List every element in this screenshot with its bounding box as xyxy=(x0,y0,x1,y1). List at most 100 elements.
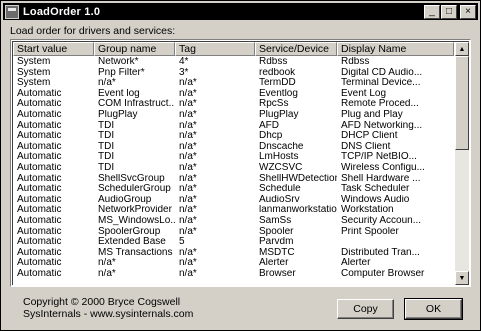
cell-group-name: n/a* xyxy=(98,268,116,279)
cell-group-name: TDI xyxy=(98,152,115,163)
table-row[interactable]: Automatic Event log n/a* Eventlog Event Log xyxy=(13,89,454,100)
cell-display-name: Rdbss xyxy=(341,57,370,67)
cell-service-device: TermDD xyxy=(259,78,296,89)
table-row[interactable]: Automatic AudioGroup n/a* AudioSrv Windows A… xyxy=(13,195,454,206)
cell-start-value: Automatic xyxy=(17,131,62,142)
ok-button[interactable]: OK xyxy=(404,298,463,320)
cell-start-value: Automatic xyxy=(17,120,62,131)
table-row[interactable]: Automatic PlugPlay n/a* PlugPlay Plug and Pl… xyxy=(13,110,454,121)
table-row[interactable]: Automatic TDI n/a* Dnscache DNS Client xyxy=(13,142,454,153)
cell-start-value: Automatic xyxy=(17,99,62,110)
cell-service-device: Dhcp xyxy=(259,131,283,142)
table-row[interactable]: Automatic TDI n/a* Dhcp DHCP Client xyxy=(13,131,454,142)
cell-group-name: ShellSvcGroup xyxy=(98,173,165,184)
cell-tag: n/a* xyxy=(179,141,197,152)
cell-start-value: Automatic xyxy=(17,141,62,152)
column-header-group-name[interactable]: Group name xyxy=(94,42,175,56)
table-row[interactable]: Automatic SpoolerGroup n/a* Spooler Print Sp… xyxy=(13,227,454,238)
table-row[interactable]: Automatic TDI n/a* LmHosts TCP/IP NetBIO... xyxy=(13,152,454,163)
column-header-tag[interactable]: Tag xyxy=(175,42,255,56)
cell-display-name: Alerter xyxy=(341,258,371,269)
cell-start-value: Automatic xyxy=(17,162,62,173)
cell-display-name: DHCP Client xyxy=(341,131,398,142)
scroll-down-button[interactable]: ▼ xyxy=(455,271,469,285)
column-header-service-device[interactable]: Service/Device xyxy=(255,42,337,56)
cell-display-name: Terminal Device... xyxy=(341,78,421,89)
cell-group-name: Event log xyxy=(98,88,140,99)
cell-start-value: Automatic xyxy=(17,173,62,184)
cell-display-name xyxy=(337,237,454,248)
cell-tag: n/a* xyxy=(179,226,197,237)
cell-group-name: TDI xyxy=(98,131,115,142)
cell-start-value: Automatic xyxy=(17,247,62,258)
cell-tag: n/a* xyxy=(179,109,197,120)
cell-tag: n/a* xyxy=(179,162,197,173)
cell-group-name: PlugPlay xyxy=(98,109,138,120)
table-row[interactable]: Automatic COM Infrastruct... n/a* RpcSs Remo… xyxy=(13,99,454,110)
scroll-up-button[interactable]: ▲ xyxy=(455,42,469,56)
cell-display-name: Print Spooler xyxy=(341,226,399,237)
cell-display-name: Distributed Tran... xyxy=(341,247,420,258)
vertical-scrollbar[interactable]: ▲ ▼ xyxy=(455,42,469,285)
close-button[interactable]: × xyxy=(460,4,476,19)
cell-tag: n/a* xyxy=(179,152,197,163)
cell-start-value: System xyxy=(17,78,51,89)
copyright-line-2: SysInternals - www.sysinternals.com xyxy=(23,308,194,320)
cell-service-device: Parvdm xyxy=(259,237,294,248)
table-row[interactable]: Automatic SchedulerGroup n/a* Schedule Task … xyxy=(13,184,454,195)
scroll-thumb[interactable] xyxy=(455,56,469,150)
cell-service-device: LmHosts xyxy=(259,152,299,163)
table-row[interactable]: System Network* 4* Rdbss Rdbss xyxy=(13,57,454,68)
table-row[interactable]: Automatic n/a* n/a* Browser Computer Browser xyxy=(13,269,454,280)
cell-group-name: TDI xyxy=(98,120,115,131)
cell-group-name: COM Infrastruct... xyxy=(98,99,175,110)
copyright-text: Copyright © 2000 Bryce Cogswell SysInter… xyxy=(23,296,193,320)
cell-start-value: Automatic xyxy=(17,268,62,279)
column-header-start-value[interactable]: Start value xyxy=(13,42,94,56)
cell-tag: n/a* xyxy=(179,120,197,131)
maximize-button[interactable]: □ xyxy=(441,4,457,19)
table-row[interactable]: Automatic MS_WindowsLo... n/a* SamSs Securit… xyxy=(13,216,454,227)
cell-service-device: AudioSrv xyxy=(259,194,300,205)
cell-start-value: System xyxy=(17,67,51,78)
table-row[interactable]: Automatic Extended Base 5 Parvdm xyxy=(13,237,454,248)
cell-service-device: AFD xyxy=(259,120,279,131)
cell-display-name: TCP/IP NetBIO... xyxy=(341,152,417,163)
minimize-button[interactable]: _ xyxy=(424,4,440,19)
cell-display-name: Event Log xyxy=(341,88,387,99)
cell-tag: n/a* xyxy=(179,205,197,216)
cell-display-name: DNS Client xyxy=(341,141,391,152)
cell-service-device: Browser xyxy=(259,268,296,279)
copy-button[interactable]: Copy xyxy=(337,299,394,319)
table-row[interactable]: System n/a* n/a* TermDD Terminal Device... xyxy=(13,78,454,89)
cell-display-name: Windows Audio xyxy=(341,194,410,205)
cell-group-name: SchedulerGroup xyxy=(98,184,171,195)
cell-tag: n/a* xyxy=(179,184,197,195)
table-row[interactable]: System Pnp Filter* 3* redbook Digital CD Aud… xyxy=(13,68,454,79)
cell-start-value: Automatic xyxy=(17,226,62,237)
title-bar[interactable]: LoadOrder 1.0 _ □ × xyxy=(3,3,478,20)
cell-group-name: MS_WindowsLo... xyxy=(98,215,175,226)
cell-group-name: Network* xyxy=(98,57,139,67)
table-row[interactable]: Automatic ShellSvcGroup n/a* ShellHWDetecti… xyxy=(13,174,454,185)
table-row[interactable]: Automatic n/a* n/a* Alerter Alerter xyxy=(13,258,454,269)
cell-service-device: Schedule xyxy=(259,184,301,195)
column-header-display-name[interactable]: Display Name xyxy=(337,42,454,56)
cell-service-device: lanmanworkstation xyxy=(259,205,337,216)
table-row[interactable]: Automatic NetworkProvider n/a* lanmanworkst… xyxy=(13,205,454,216)
cell-group-name: TDI xyxy=(98,162,115,173)
cell-tag: n/a* xyxy=(179,268,197,279)
table-row[interactable]: Automatic TDI n/a* WZCSVC Wireless Configu..… xyxy=(13,163,454,174)
load-order-list[interactable]: Start value Group name Tag Service/Devic… xyxy=(10,39,471,287)
app-icon xyxy=(5,4,19,19)
cell-start-value: Automatic xyxy=(17,215,62,226)
table-row[interactable]: Automatic TDI n/a* AFD AFD Networking... xyxy=(13,121,454,132)
cell-display-name: Wireless Configu... xyxy=(341,162,425,173)
cell-group-name: n/a* xyxy=(98,258,116,269)
description-label: Load order for drivers and services: xyxy=(10,25,176,37)
table-row[interactable]: Automatic MS Transactions n/a* MSDTC Distrib… xyxy=(13,248,454,259)
cell-tag: n/a* xyxy=(179,194,197,205)
cell-service-device: Spooler xyxy=(259,226,294,237)
cell-start-value: Automatic xyxy=(17,152,62,163)
cell-service-device: ShellHWDetection xyxy=(259,173,337,184)
